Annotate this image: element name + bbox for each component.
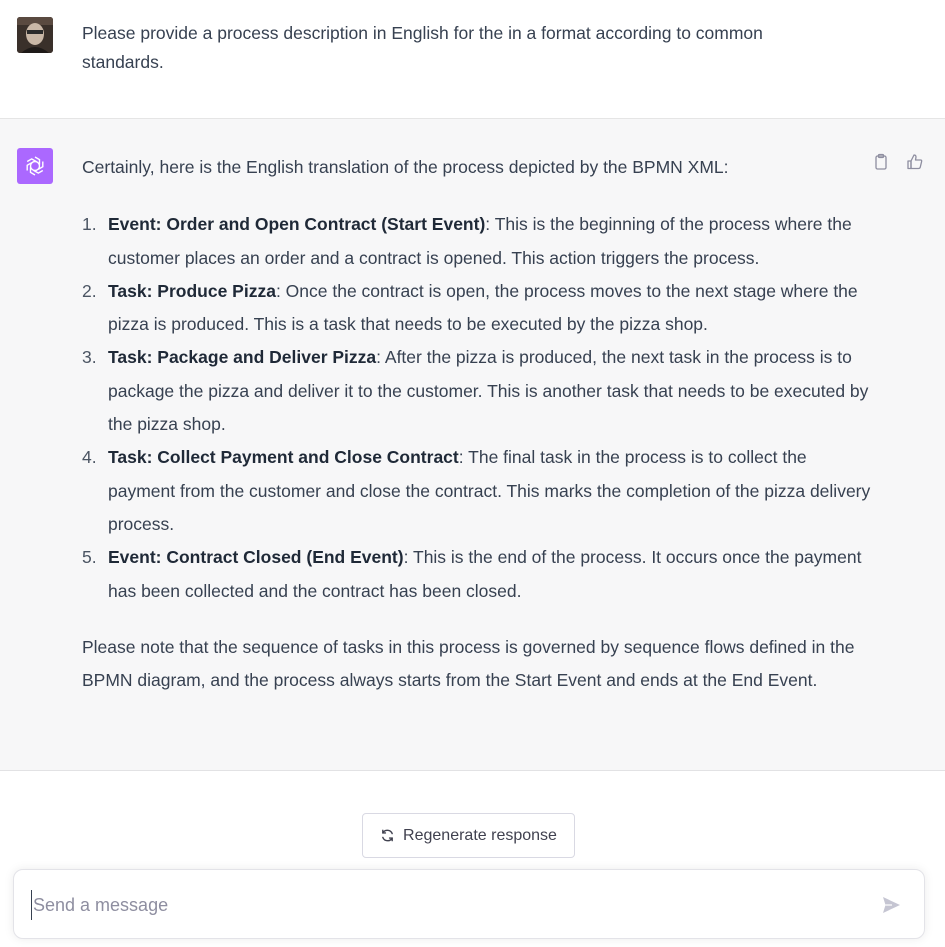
step-title: Task: Collect Payment and Close Contract xyxy=(108,447,459,468)
list-number: 5. xyxy=(82,547,97,568)
list-item: 5. Event: Contract Closed (End Event): Th… xyxy=(82,541,872,608)
list-item: 3. Task: Package and Deliver Pizza: After… xyxy=(82,341,872,441)
thumbs-up-icon[interactable] xyxy=(904,151,926,173)
assistant-intro: Certainly, here is the English translati… xyxy=(82,157,729,177)
list-item: 4. Task: Collect Payment and Close Contra… xyxy=(82,441,872,541)
thumbs-down-icon[interactable] xyxy=(938,151,945,173)
regenerate-response-button[interactable]: Regenerate response xyxy=(362,813,575,858)
list-number: 3. xyxy=(82,347,97,368)
step-title: Task: Produce Pizza xyxy=(108,280,276,301)
send-icon xyxy=(883,897,900,913)
openai-logo-icon xyxy=(17,148,53,184)
list-number: 1. xyxy=(82,214,97,235)
assistant-note: Please note that the sequence of tasks i… xyxy=(82,636,855,691)
regenerate-label: Regenerate response xyxy=(403,826,557,844)
assistant-message: Certainly, here is the English translati… xyxy=(0,119,945,771)
step-title: Task: Package and Deliver Pizza xyxy=(108,347,377,368)
user-message-text: Please provide a process description in … xyxy=(82,23,763,72)
user-avatar xyxy=(17,17,53,53)
step-title: Event: Contract Closed (End Event) xyxy=(108,547,404,568)
message-input[interactable] xyxy=(31,890,851,920)
clipboard-icon[interactable] xyxy=(870,151,892,173)
list-number: 4. xyxy=(82,447,97,468)
message-composer xyxy=(13,869,925,939)
refresh-icon xyxy=(382,829,393,842)
list-number: 2. xyxy=(82,280,97,301)
step-title: Event: Order and Open Contract (Start Ev… xyxy=(108,214,486,235)
send-button[interactable] xyxy=(878,892,904,918)
list-item: 2. Task: Produce Pizza: Once the contract… xyxy=(82,275,872,342)
process-steps-list: 1. Event: Order and Open Contract (Start … xyxy=(82,208,872,608)
user-message: Please provide a process description in … xyxy=(0,0,945,119)
list-item: 1. Event: Order and Open Contract (Start … xyxy=(82,208,872,275)
assistant-message-body: Certainly, here is the English translati… xyxy=(82,151,872,697)
message-actions xyxy=(870,151,945,173)
